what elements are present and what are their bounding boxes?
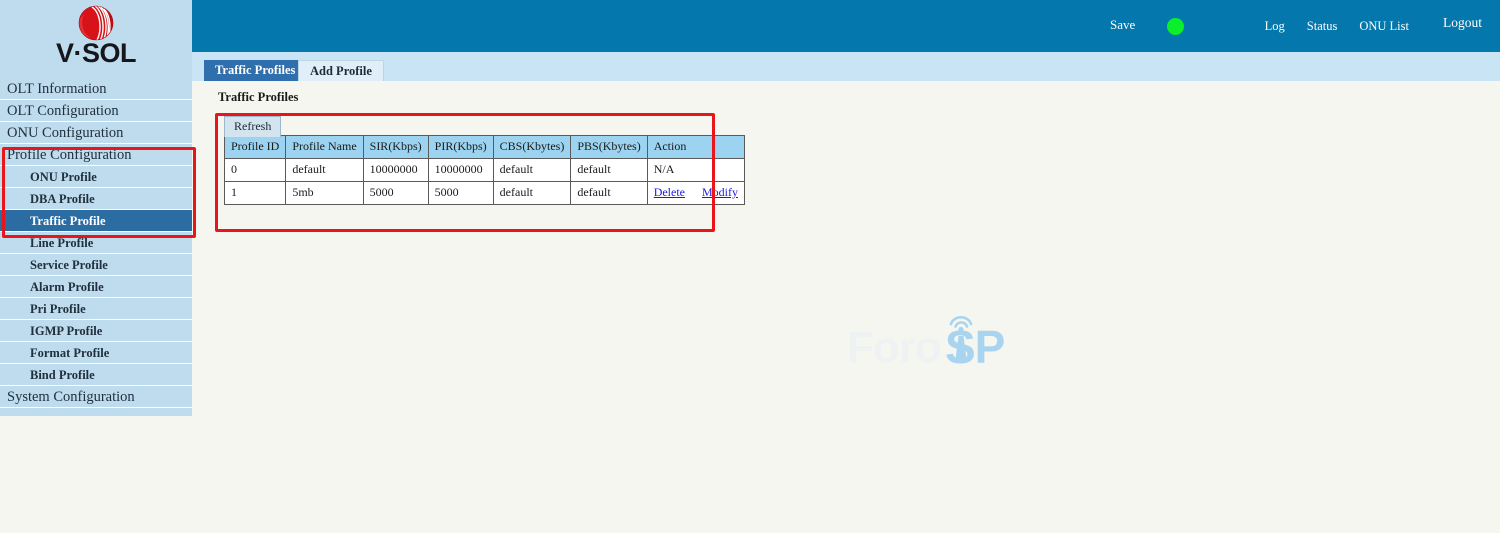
tab-bar: Traffic Profiles Add Profile [192,52,1500,82]
watermark-text-right: SP [945,321,1005,373]
sidebar-menu: OLT Information OLT Configuration ONU Co… [0,78,192,408]
sidebar-item-line-profile[interactable]: Line Profile [0,232,192,254]
sidebar-item-label: IGMP Profile [30,324,103,338]
sidebar-item-profile-configuration[interactable]: Profile Configuration [0,144,192,166]
header-link-status[interactable]: Status [1307,19,1338,34]
header-link-onu-list[interactable]: ONU List [1359,19,1409,34]
sidebar-item-label: ONU Profile [30,170,97,184]
cell-cbs: default [492,158,572,182]
application-window: V·SOL OLT Information OLT Configuration … [0,0,1500,533]
cell-action: N/A [646,158,746,182]
foroisp-watermark: Foro SP [847,306,1047,381]
sidebar-item-label: System Configuration [7,389,135,405]
sidebar-item-dba-profile[interactable]: DBA Profile [0,188,192,210]
sidebar-item-label: Traffic Profile [30,214,106,228]
sidebar-item-service-profile[interactable]: Service Profile [0,254,192,276]
cell-profile-id: 0 [223,158,287,182]
sidebar-item-label: Profile Configuration [7,147,132,163]
header-link-log[interactable]: Log [1265,19,1285,34]
traffic-profiles-table: Profile ID Profile Name SIR(Kbps) PIR(Kb… [223,135,746,205]
table-row: 1 5mb 5000 5000 default default Delete M… [223,181,746,205]
brand-logo: V·SOL [0,0,192,78]
sidebar-item-label: Pri Profile [30,302,86,316]
traffic-profiles-panel: Refresh Profile ID Profile Name SIR(Kbps… [218,114,746,205]
refresh-button[interactable]: Refresh [224,116,282,137]
watermark-text-left: Foro [847,323,942,372]
cell-profile-name: 5mb [285,181,364,205]
sidebar-item-onu-configuration[interactable]: ONU Configuration [0,122,192,144]
sidebar-item-traffic-profile[interactable]: Traffic Profile [0,210,192,232]
cell-pir: 5000 [427,181,494,205]
sidebar-item-label: ONU Configuration [7,125,124,141]
column-header-profile-name: Profile Name [285,135,364,159]
tab-add-profile[interactable]: Add Profile [298,60,384,82]
logout-button[interactable]: Logout [1443,15,1482,31]
antenna-tower-icon [943,306,987,366]
top-header-bar: Save Log Status ONU List Logout [192,0,1500,52]
sidebar-item-label: OLT Information [7,81,107,97]
table-header-row: Profile ID Profile Name SIR(Kbps) PIR(Kb… [223,135,746,159]
sidebar-item-olt-configuration[interactable]: OLT Configuration [0,100,192,122]
sidebar-item-format-profile[interactable]: Format Profile [0,342,192,364]
sidebar-item-label: Bind Profile [30,368,95,382]
header-links: Log Status ONU List Logout [1265,0,1482,52]
cell-cbs: default [492,181,572,205]
cell-sir: 10000000 [362,158,429,182]
sidebar: V·SOL OLT Information OLT Configuration … [0,0,192,416]
sidebar-item-system-configuration[interactable]: System Configuration [0,386,192,408]
table-row: 0 default 10000000 10000000 default defa… [223,158,746,182]
sidebar-item-pri-profile[interactable]: Pri Profile [0,298,192,320]
main-content: Traffic Profiles Refresh Profile ID Prof… [192,81,1500,533]
sidebar-item-alarm-profile[interactable]: Alarm Profile [0,276,192,298]
sidebar-item-label: Format Profile [30,346,110,360]
cell-profile-name: default [285,158,364,182]
column-header-sir: SIR(Kbps) [362,135,429,159]
modify-link[interactable]: Modify [702,185,738,199]
sidebar-item-bind-profile[interactable]: Bind Profile [0,364,192,386]
cell-sir: 5000 [362,181,429,205]
column-header-pir: PIR(Kbps) [427,135,494,159]
tab-traffic-profiles[interactable]: Traffic Profiles [204,60,307,81]
status-dot-icon [1167,18,1184,35]
save-button[interactable]: Save [1110,17,1135,33]
column-header-pbs: PBS(Kbytes) [570,135,648,159]
sidebar-item-label: Service Profile [30,258,108,272]
sidebar-item-label: Alarm Profile [30,280,104,294]
sidebar-item-onu-profile[interactable]: ONU Profile [0,166,192,188]
cell-pbs: default [570,181,648,205]
sidebar-item-label: DBA Profile [30,192,95,206]
delete-link[interactable]: Delete [654,185,685,199]
column-header-cbs: CBS(Kbytes) [492,135,572,159]
sidebar-item-label: OLT Configuration [7,103,119,119]
cell-action: Delete Modify [646,181,746,205]
column-header-profile-id: Profile ID [223,135,287,159]
sidebar-item-igmp-profile[interactable]: IGMP Profile [0,320,192,342]
column-header-action: Action [646,135,746,159]
cell-pir: 10000000 [427,158,494,182]
sidebar-item-olt-information[interactable]: OLT Information [0,78,192,100]
page-title: Traffic Profiles [218,90,299,104]
vsol-sphere-logo-icon [75,3,117,43]
cell-profile-id: 1 [223,181,287,205]
sidebar-item-label: Line Profile [30,236,94,250]
brand-name: V·SOL [55,38,137,68]
cell-pbs: default [570,158,648,182]
